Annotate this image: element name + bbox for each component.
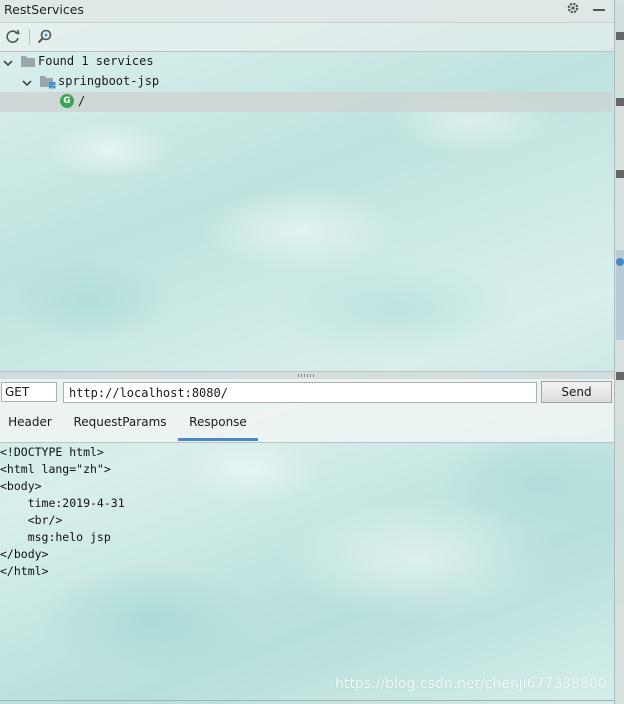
tree-root-label: Found 1 services xyxy=(38,54,154,68)
tree-toolbar xyxy=(0,23,614,52)
right-tool-strip xyxy=(614,0,624,704)
folder-icon xyxy=(21,55,35,67)
bottom-border xyxy=(0,700,614,701)
module-folder-icon xyxy=(40,75,56,89)
code-line: <br/> xyxy=(0,513,63,527)
strip-icon[interactable] xyxy=(616,170,624,178)
code-line: </body> xyxy=(0,547,49,561)
tree-module-node[interactable]: springboot-jsp xyxy=(0,72,612,92)
gear-icon[interactable] xyxy=(566,1,580,19)
tab-requestparams[interactable]: RequestParams xyxy=(64,407,176,441)
tab-response[interactable]: Response xyxy=(178,407,258,441)
tool-window-titlebar: RestServices xyxy=(0,0,614,23)
url-input[interactable]: http://localhost:8080/ xyxy=(63,382,537,403)
code-line: msg:helo jsp xyxy=(0,530,111,544)
toolbar-separator xyxy=(29,29,30,45)
tool-window-title: RestServices xyxy=(4,2,84,17)
code-line: <html lang="zh"> xyxy=(0,462,111,476)
http-method-field[interactable]: GET xyxy=(1,382,57,402)
tree-endpoint-label: / xyxy=(78,94,86,108)
tree-module-label: springboot-jsp xyxy=(58,74,160,88)
minimize-icon[interactable] xyxy=(593,9,605,11)
tab-header[interactable]: Header xyxy=(0,407,60,441)
watermark-text: https://blog.csdn.net/chenji677338800 xyxy=(335,676,607,692)
strip-icon[interactable] xyxy=(616,98,624,106)
get-method-badge-icon: G xyxy=(60,94,74,108)
request-tabs: Header RequestParams Response xyxy=(0,407,614,443)
send-button[interactable]: Send xyxy=(541,381,612,403)
refresh-icon[interactable] xyxy=(3,27,23,47)
request-bar: GET http://localhost:8080/ Send xyxy=(0,379,614,407)
code-line: <body> xyxy=(0,479,42,493)
code-line: <!DOCTYPE html> xyxy=(0,445,104,459)
code-line: </html> xyxy=(0,564,49,578)
strip-icon[interactable] xyxy=(616,32,624,40)
panel-splitter[interactable] xyxy=(0,371,614,379)
tree-root-node[interactable]: Found 1 services xyxy=(0,52,612,72)
strip-icon[interactable] xyxy=(616,372,624,380)
response-body[interactable]: <!DOCTYPE html> <html lang="zh"> <body> … xyxy=(0,444,125,580)
search-icon[interactable] xyxy=(35,27,55,47)
tree-endpoint-node[interactable]: G / xyxy=(0,92,612,112)
strip-icon[interactable] xyxy=(616,258,624,266)
chevron-down-icon[interactable] xyxy=(3,57,13,67)
chevron-down-icon[interactable] xyxy=(22,77,32,87)
splitter-grip-icon[interactable] xyxy=(298,374,314,377)
code-line: time:2019-4-31 xyxy=(0,496,125,510)
